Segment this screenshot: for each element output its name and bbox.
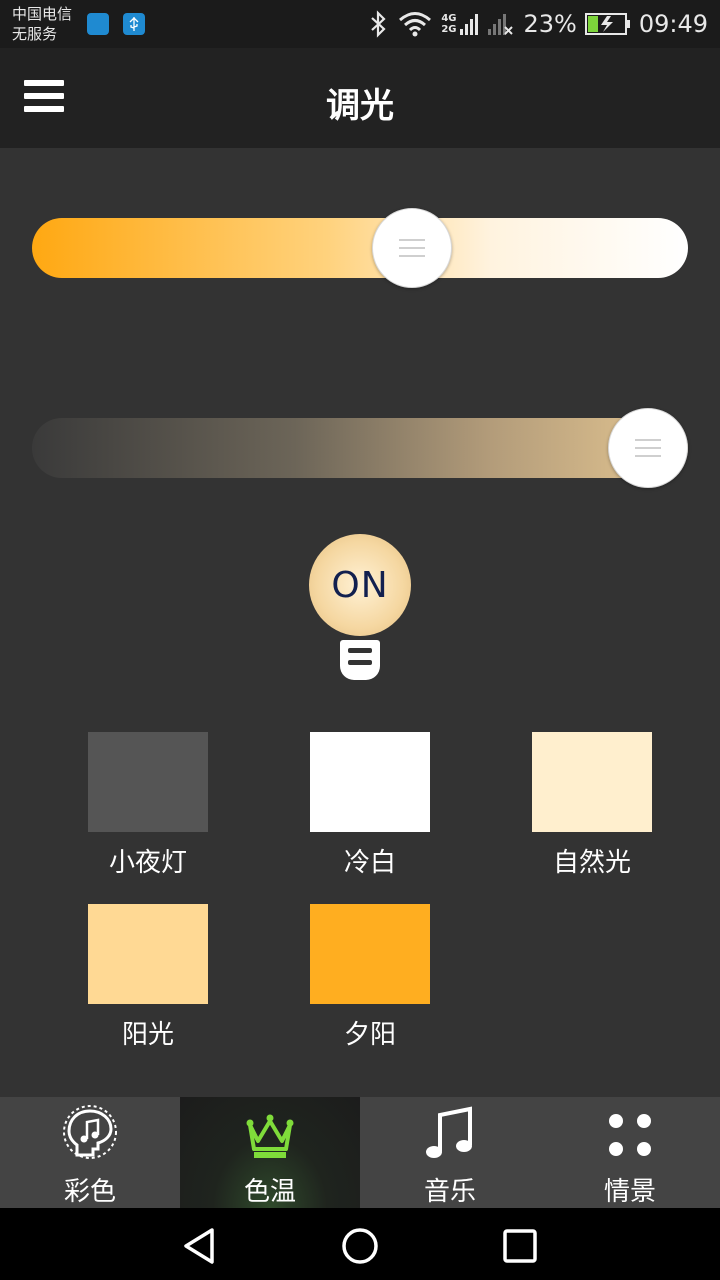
tab-label: 音乐: [423, 1177, 476, 1207]
bulb-base-line: [348, 660, 372, 665]
back-icon[interactable]: [180, 1226, 220, 1266]
preset-label: 自然光: [552, 848, 631, 878]
crown-icon: [246, 1114, 294, 1158]
page-title: 调光: [326, 86, 394, 126]
music-note-icon: [426, 1106, 472, 1158]
four-dots-icon: [609, 1114, 651, 1156]
status-bar: 中国电信 无服务 4G 2G 23% 09:49: [0, 0, 720, 48]
preset-natural-light[interactable]: 自然光: [532, 732, 652, 879]
system-navigation-bar: [0, 1208, 720, 1280]
tab-label: 情景: [603, 1177, 656, 1207]
app-bar: 调光: [0, 48, 720, 148]
carrier-info: 中国电信 无服务: [12, 4, 72, 44]
preset-swatch[interactable]: [88, 904, 208, 1004]
tab-label: 彩色: [63, 1177, 116, 1207]
preset-swatch[interactable]: [88, 732, 208, 832]
clock: 09:49: [638, 10, 708, 38]
network-type-top: 4G: [441, 13, 457, 24]
power-toggle-button[interactable]: ON: [309, 534, 411, 636]
preset-label: 夕阳: [343, 1020, 396, 1050]
signal-bars-icon: [460, 14, 479, 35]
preset-swatch[interactable]: [310, 904, 430, 1004]
grip-line: [399, 239, 426, 241]
grip-line: [635, 447, 661, 449]
grip-line: [635, 439, 661, 441]
grip-line: [635, 455, 661, 457]
preset-cool-white[interactable]: 冷白: [310, 732, 430, 879]
no-signal-icon: [488, 14, 514, 35]
network-type-bottom: 2G: [441, 24, 457, 35]
music-bulb-icon: [63, 1105, 117, 1159]
grip-line: [399, 247, 426, 249]
tab-music[interactable]: 音乐: [360, 1097, 540, 1208]
preset-label: 冷白: [343, 848, 396, 878]
preset-label: 小夜灯: [108, 848, 187, 878]
bulb-base-line: [348, 648, 372, 653]
bottom-tab-bar: 彩色 色温 音乐 情景: [0, 1097, 720, 1208]
signal-4g-indicator: 4G 2G: [441, 11, 479, 37]
preset-night-light[interactable]: 小夜灯: [88, 732, 208, 879]
tab-color[interactable]: 彩色: [0, 1097, 180, 1208]
recent-apps-icon[interactable]: [500, 1226, 540, 1266]
usb-icon: [123, 13, 145, 35]
color-temperature-slider-thumb[interactable]: [608, 408, 688, 488]
wifi-icon: [399, 12, 432, 37]
preset-sunlight[interactable]: 阳光: [88, 904, 208, 1051]
tab-color-temperature[interactable]: 色温: [180, 1097, 360, 1208]
battery-percent: 23%: [523, 10, 577, 38]
brightness-slider[interactable]: [32, 208, 688, 288]
service-status: 无服务: [12, 25, 58, 43]
tab-scenes[interactable]: 情景: [540, 1097, 720, 1208]
brightness-slider-thumb[interactable]: [372, 208, 453, 288]
grip-line: [399, 255, 426, 257]
notification-app-icon: [87, 13, 109, 35]
preset-sunset[interactable]: 夕阳: [310, 904, 430, 1051]
power-state-label: ON: [331, 564, 389, 606]
color-temperature-slider[interactable]: [32, 408, 688, 488]
home-icon[interactable]: [340, 1226, 380, 1266]
bulb-base-icon: [340, 640, 380, 680]
preset-swatch[interactable]: [532, 732, 652, 832]
carrier-name: 中国电信: [12, 5, 73, 23]
tab-label: 色温: [243, 1177, 296, 1207]
bluetooth-icon: [371, 10, 386, 38]
battery-charging-icon: [584, 13, 630, 35]
preset-swatch[interactable]: [310, 732, 430, 832]
preset-label: 阳光: [121, 1020, 174, 1050]
